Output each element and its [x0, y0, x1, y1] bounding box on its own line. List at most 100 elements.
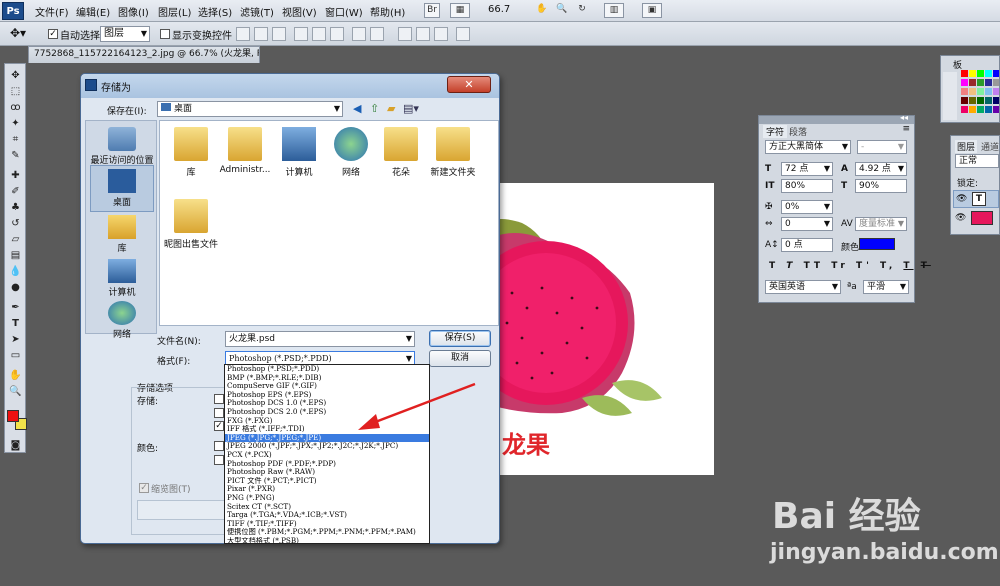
save-button[interactable]: 保存(S) [429, 330, 491, 347]
tab-character[interactable]: 字符 [763, 125, 788, 138]
healing-brush-icon[interactable]: ✚ [8, 168, 23, 183]
image-layer-row[interactable]: 👁 [953, 210, 999, 228]
zoom-level[interactable]: 66.7 [488, 4, 510, 15]
menu-image[interactable]: 图像(I) [118, 4, 149, 19]
file-item[interactable]: 库 [160, 127, 222, 178]
text-style-buttons[interactable]: T T TT Tr T' T, T T [769, 261, 931, 271]
format-option[interactable]: Photoshop PDF (*.PDF;*.PDP) [225, 460, 429, 469]
menu-layer[interactable]: 图层(L) [158, 4, 191, 19]
panel-header[interactable]: ◂◂ [759, 113, 914, 124]
place-library[interactable]: 库 [87, 215, 157, 254]
place-network[interactable]: 网络 [87, 301, 157, 340]
canvas[interactable]: 龙果 [464, 183, 714, 475]
dialog-titlebar[interactable]: 存储为 ✕ [81, 74, 499, 98]
align-bottom-icon[interactable] [272, 27, 286, 41]
close-button[interactable]: ✕ [447, 76, 491, 93]
tab-paragraph[interactable]: 段落 [789, 125, 807, 138]
panel-menu-icon[interactable]: ≡ [902, 124, 910, 134]
format-option[interactable]: TIFF (*.TIF;*.TIFF) [225, 520, 429, 529]
antialias-select[interactable]: 平滑 ▼ [863, 280, 909, 294]
document-tab[interactable]: 7752868_115722164123_2.jpg @ 66.7% (火龙果,… [28, 46, 260, 63]
menu-view[interactable]: 视图(V) [282, 4, 317, 19]
font-style-select[interactable]: - ▼ [857, 140, 907, 154]
underline-button[interactable]: T [903, 261, 913, 271]
place-computer[interactable]: 计算机 [87, 259, 157, 298]
save-option-checkbox[interactable] [214, 394, 224, 404]
text-layer-row[interactable]: 👁 T [953, 190, 999, 208]
format-option[interactable]: Targa (*.TGA;*.VDA;*.ICB;*.VST) [225, 511, 429, 520]
history-brush-icon[interactable]: ↺ [8, 216, 23, 231]
eye-icon[interactable]: 👁 [956, 194, 967, 204]
brush-tool-icon[interactable]: ✐ [8, 184, 23, 199]
font-family-select[interactable]: 方正大黑简体 ▼ [765, 140, 851, 154]
blend-mode-select[interactable]: 正常 [955, 154, 999, 168]
format-option[interactable]: JPEG 2000 (*.JPF;*.JPX;*.JP2;*.J2C;*.J2K… [225, 442, 429, 451]
file-item[interactable]: Administr... [214, 127, 276, 175]
align-hcenter-icon[interactable] [312, 27, 326, 41]
kerning-field[interactable]: 0 ▼ [781, 217, 833, 231]
all-caps-button[interactable]: TT [804, 261, 825, 271]
format-option[interactable]: Scitex CT (*.SCT) [225, 503, 429, 512]
subscript-button[interactable]: T, [880, 261, 896, 271]
menu-window[interactable]: 窗口(W) [325, 4, 363, 19]
menu-help[interactable]: 帮助(H) [370, 4, 405, 19]
foreground-color-swatch[interactable] [7, 410, 19, 422]
horizontal-scale-field[interactable]: 90% [855, 179, 907, 193]
tab-layers[interactable]: 图层 [955, 140, 978, 153]
shape-tool-icon[interactable]: ▭ [8, 348, 23, 363]
language-select[interactable]: 英国英语 ▼ [765, 280, 841, 294]
format-option[interactable]: Pixar (*.PXR) [225, 485, 429, 494]
arrange-documents-icon[interactable]: ▥ [604, 3, 624, 18]
distribute-vcenter-icon[interactable] [370, 27, 384, 41]
align-left-icon[interactable] [294, 27, 308, 41]
marquee-tool-icon[interactable]: ⬚ [8, 84, 23, 99]
auto-select-dropdown[interactable]: 图层 ▼ [100, 26, 150, 42]
blur-tool-icon[interactable]: 💧 [8, 264, 23, 279]
quick-mask-icon[interactable]: ◙ [8, 438, 23, 453]
back-icon[interactable]: ◀ [353, 102, 361, 115]
zoom-icon[interactable]: 🔍 [554, 3, 570, 18]
up-folder-icon[interactable]: ⇧ [370, 102, 379, 115]
view-menu-icon[interactable]: ▤▾ [403, 102, 419, 115]
menu-edit[interactable]: 编辑(E) [76, 4, 110, 19]
move-tool-icon[interactable]: ✥▾ [10, 26, 26, 40]
strikethrough-button[interactable]: T [921, 261, 931, 271]
zoom-tool-icon[interactable]: 🔍 [8, 384, 23, 399]
lasso-tool-icon[interactable]: ꝏ [8, 100, 23, 115]
thumbnail-checkbox[interactable]: ✓ [139, 483, 149, 493]
filename-input[interactable]: 火龙果.psd ▼ [225, 331, 415, 347]
format-option[interactable]: PICT 文件 (*.PCT;*.PICT) [225, 477, 429, 486]
menu-filter[interactable]: 滤镜(T) [240, 4, 274, 19]
vertical-scale-field[interactable]: 80% [781, 179, 833, 193]
format-option[interactable]: PNG (*.PNG) [225, 494, 429, 503]
pen-tool-icon[interactable]: ✒ [8, 300, 23, 315]
color-option-checkbox[interactable] [214, 455, 224, 465]
collapse-icon[interactable]: ◂◂ [900, 113, 908, 122]
gradient-tool-icon[interactable]: ▤ [8, 248, 23, 263]
distribute-left-icon[interactable] [398, 27, 412, 41]
tab-channels[interactable]: 通道 [981, 140, 999, 153]
view-extras-icon[interactable]: ▦ [450, 3, 470, 18]
move-tool-icon[interactable]: ✥ [8, 68, 23, 83]
format-option[interactable]: Photoshop Raw (*.RAW) [225, 468, 429, 477]
bridge-icon[interactable]: Br [424, 3, 440, 18]
clone-stamp-icon[interactable]: ♣ [8, 200, 23, 215]
eyedropper-icon[interactable]: ✎ [8, 148, 23, 163]
hand-tool-icon[interactable]: ✋ [8, 368, 23, 383]
font-size-field[interactable]: 72 点 ▼ [781, 162, 833, 176]
baseline-shift-field[interactable]: 0 点 [781, 238, 833, 252]
text-color-swatch[interactable] [859, 238, 895, 250]
tracking-pct-field[interactable]: 0% ▼ [781, 200, 833, 214]
new-folder-icon[interactable]: ▰ [387, 102, 395, 115]
layers-checkbox[interactable]: ✓ [214, 421, 224, 431]
crop-tool-icon[interactable]: ⌗ [8, 132, 23, 147]
format-option[interactable]: Photoshop (*.PSD;*.PDD) [225, 365, 429, 374]
superscript-button[interactable]: T' [856, 261, 873, 271]
hand-icon[interactable]: ✋ [534, 3, 550, 18]
screen-mode-icon[interactable]: ▣ [642, 3, 662, 18]
kerning-mode-field[interactable]: 度量标准 ▼ [855, 217, 907, 231]
auto-align-icon[interactable] [456, 27, 470, 41]
file-item[interactable]: 新建文件夹 [422, 127, 484, 178]
rotate-view-icon[interactable]: ↻ [574, 3, 590, 18]
auto-select-checkbox[interactable]: ✓ [48, 29, 58, 39]
